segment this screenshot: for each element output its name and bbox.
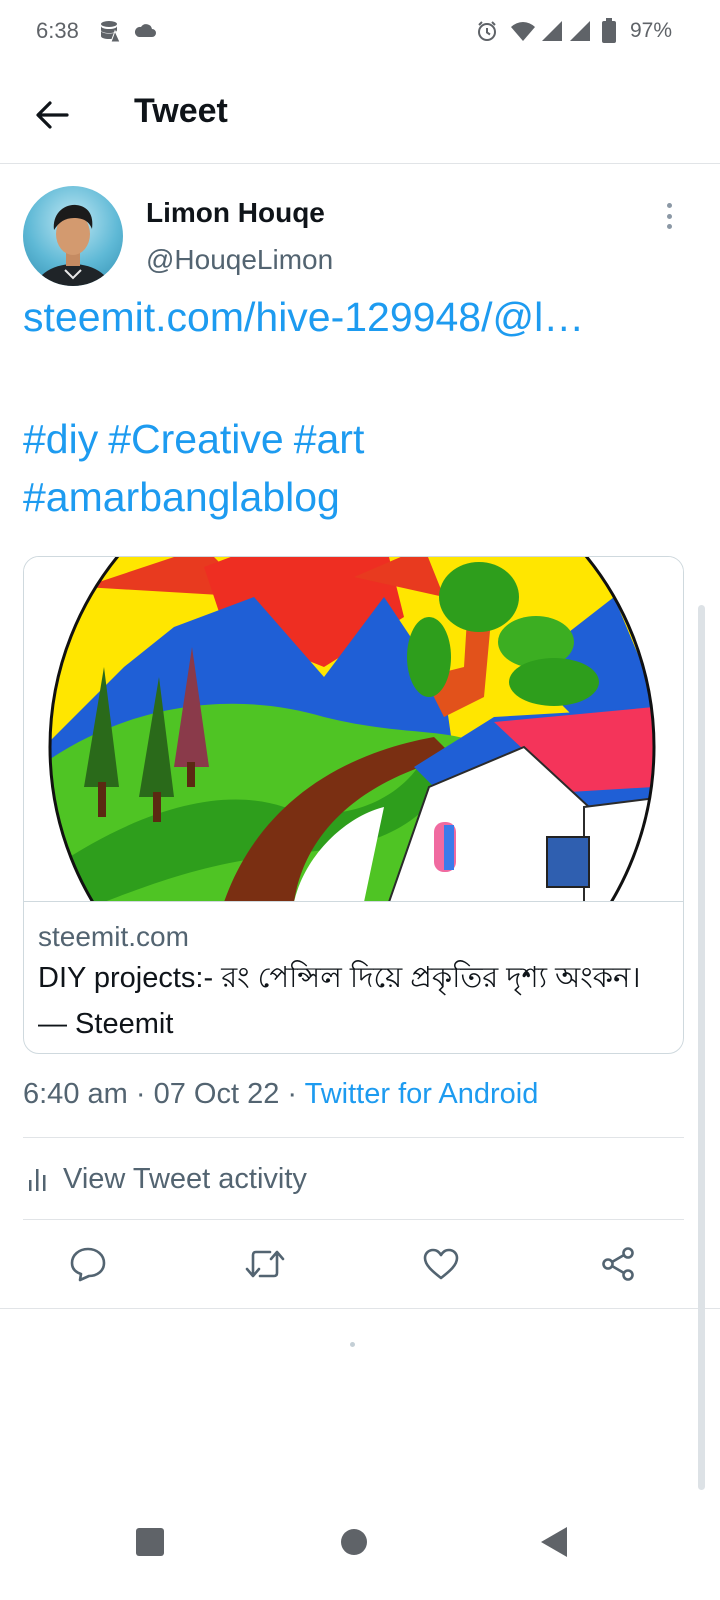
cloud-icon [133,18,157,44]
activity-label: View Tweet activity [63,1162,307,1195]
retweet-icon [245,1250,285,1278]
tweet-date: 07 Oct 22 [153,1078,280,1110]
hashtag-link[interactable]: #art [294,416,365,462]
like-icon [423,1248,459,1280]
meta-separator: · [135,1078,146,1110]
signal-icon [569,18,591,44]
scrollbar[interactable] [698,605,705,1490]
card-title: DIY projects:- রং পেন্সিল দিয়ে প্রকৃতির… [38,962,641,1040]
meta-separator: · [287,1078,298,1110]
divider [23,1137,684,1138]
hashtags: #diy #Creative #art #amarbanglablog [23,410,683,526]
recents-icon[interactable] [120,1512,180,1572]
system-nav-bar [0,1490,720,1600]
battery-percent: 97% [629,19,672,42]
hashtag-link[interactable]: #Creative [108,416,283,462]
reply-button[interactable] [64,1240,112,1288]
hashtag-link[interactable]: #amarbanglablog [23,474,340,520]
alarm-icon [476,18,498,44]
home-icon[interactable] [324,1512,384,1572]
tweet-link[interactable]: steemit.com/hive-129948/@l… [23,294,584,341]
arrow-left-icon [36,101,69,129]
status-bar: 6:38 97% [0,0,720,64]
tweet-time: 6:40 am [23,1078,128,1110]
view-tweet-activity-button[interactable]: View Tweet activity [23,1140,684,1218]
avatar[interactable] [23,186,123,286]
back-button[interactable] [24,90,80,140]
more-options-icon[interactable] [655,200,683,232]
status-time: 6:38 [36,18,79,43]
link-card[interactable]: steemit.com DIY projects:- রং পেন্সিল দি… [23,556,684,1054]
back-icon[interactable] [524,1512,584,1572]
author-name[interactable]: Limon Houqe [146,197,325,229]
signal-icon [541,18,563,44]
landscape-drawing-image [48,557,656,901]
app-header: Tweet [0,66,720,164]
bar-chart-icon [27,1166,51,1192]
avatar-image [34,204,112,286]
battery-icon [601,18,617,44]
share-icon [602,1247,634,1281]
loading-indicator [350,1342,355,1347]
share-button[interactable] [594,1240,642,1288]
data-saver-icon [98,18,124,44]
reply-icon [70,1247,106,1282]
card-image [24,557,683,902]
retweet-button[interactable] [241,1240,289,1288]
page-title: Tweet [134,92,228,130]
author-handle[interactable]: @HouqeLimon [146,244,333,276]
wifi-icon [510,18,536,44]
like-button[interactable] [417,1240,465,1288]
tweet-meta: 6:40 am · 07 Oct 22 · Twitter for Androi… [23,1078,538,1111]
divider [23,1219,684,1220]
tweet-source-link[interactable]: Twitter for Android [305,1078,539,1110]
divider [0,1308,720,1309]
hashtag-link[interactable]: #diy [23,416,98,462]
card-domain: steemit.com [38,921,189,952]
